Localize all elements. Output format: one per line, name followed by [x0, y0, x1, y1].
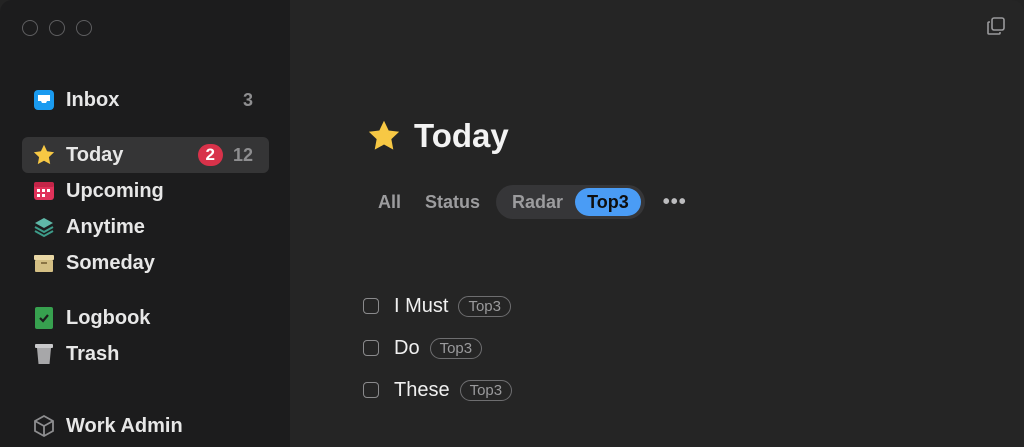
task-checkbox[interactable] [363, 298, 379, 314]
task-row[interactable]: I Must Top3 [363, 291, 511, 321]
sidebar-item-label: Logbook [66, 306, 151, 329]
page-title: Today [364, 116, 509, 156]
calendar-icon [31, 178, 57, 204]
tab-radar[interactable]: Radar [500, 185, 575, 219]
inbox-icon [31, 87, 57, 113]
sidebar-item-label: Inbox [66, 88, 120, 111]
today-overdue-badge: 2 [197, 144, 223, 166]
sidebar-item-inbox[interactable]: Inbox 3 [22, 82, 269, 118]
archive-box-icon [31, 250, 57, 276]
task-tag[interactable]: Top3 [458, 295, 511, 317]
task-row[interactable]: These Top3 [363, 375, 513, 405]
zoom-window-button[interactable] [76, 20, 92, 36]
sidebar-item-label: Someday [66, 251, 155, 274]
logbook-icon [31, 305, 57, 331]
task-checkbox[interactable] [363, 382, 379, 398]
sidebar-item-anytime[interactable]: Anytime [22, 209, 269, 245]
tab-all[interactable]: All [366, 185, 413, 219]
main-pane: Today All Status Radar Top3 ••• I Must T… [290, 0, 1024, 447]
tab-status[interactable]: Status [413, 185, 492, 219]
sidebar: Inbox 3 Today 2 12 Upcoming Anytime Some… [0, 0, 290, 447]
tab-top3[interactable]: Top3 [575, 188, 641, 216]
page-title-text: Today [414, 117, 509, 154]
star-icon [31, 142, 57, 168]
sidebar-item-logbook[interactable]: Logbook [22, 300, 269, 336]
sidebar-item-label: Work Admin [66, 414, 183, 437]
cube-icon [31, 413, 57, 439]
task-title: Do [394, 336, 420, 359]
sidebar-item-work-admin[interactable]: Work Admin [22, 408, 269, 444]
inbox-count: 3 [242, 89, 253, 110]
sidebar-item-label: Upcoming [66, 179, 164, 202]
sidebar-item-label: Today [66, 143, 124, 166]
sidebar-item-trash[interactable]: Trash [22, 336, 269, 372]
sidebar-item-label: Anytime [66, 215, 145, 238]
today-count: 12 [232, 144, 253, 165]
sidebar-item-today[interactable]: Today 2 12 [22, 137, 269, 173]
app-window: Inbox 3 Today 2 12 Upcoming Anytime Some… [0, 0, 1024, 447]
sidebar-item-someday[interactable]: Someday [22, 245, 269, 281]
star-icon [364, 116, 404, 156]
sidebar-item-label: Trash [66, 342, 120, 365]
task-title: I Must [394, 294, 449, 317]
close-window-button[interactable] [22, 20, 38, 36]
filter-tabs: All Status Radar Top3 ••• [366, 185, 687, 219]
window-controls [22, 20, 92, 36]
minimize-window-button[interactable] [49, 20, 65, 36]
trash-icon [31, 341, 57, 367]
layers-icon [31, 214, 57, 240]
task-checkbox[interactable] [363, 340, 379, 356]
task-row[interactable]: Do Top3 [363, 333, 483, 363]
sidebar-item-upcoming[interactable]: Upcoming [22, 173, 269, 209]
task-title: These [394, 378, 450, 401]
task-tag[interactable]: Top3 [459, 379, 513, 401]
tag-tab-group: Radar Top3 [496, 185, 645, 219]
task-tag[interactable]: Top3 [429, 337, 483, 359]
more-icon[interactable]: ••• [663, 191, 687, 214]
copy-window-icon[interactable] [986, 16, 1006, 36]
